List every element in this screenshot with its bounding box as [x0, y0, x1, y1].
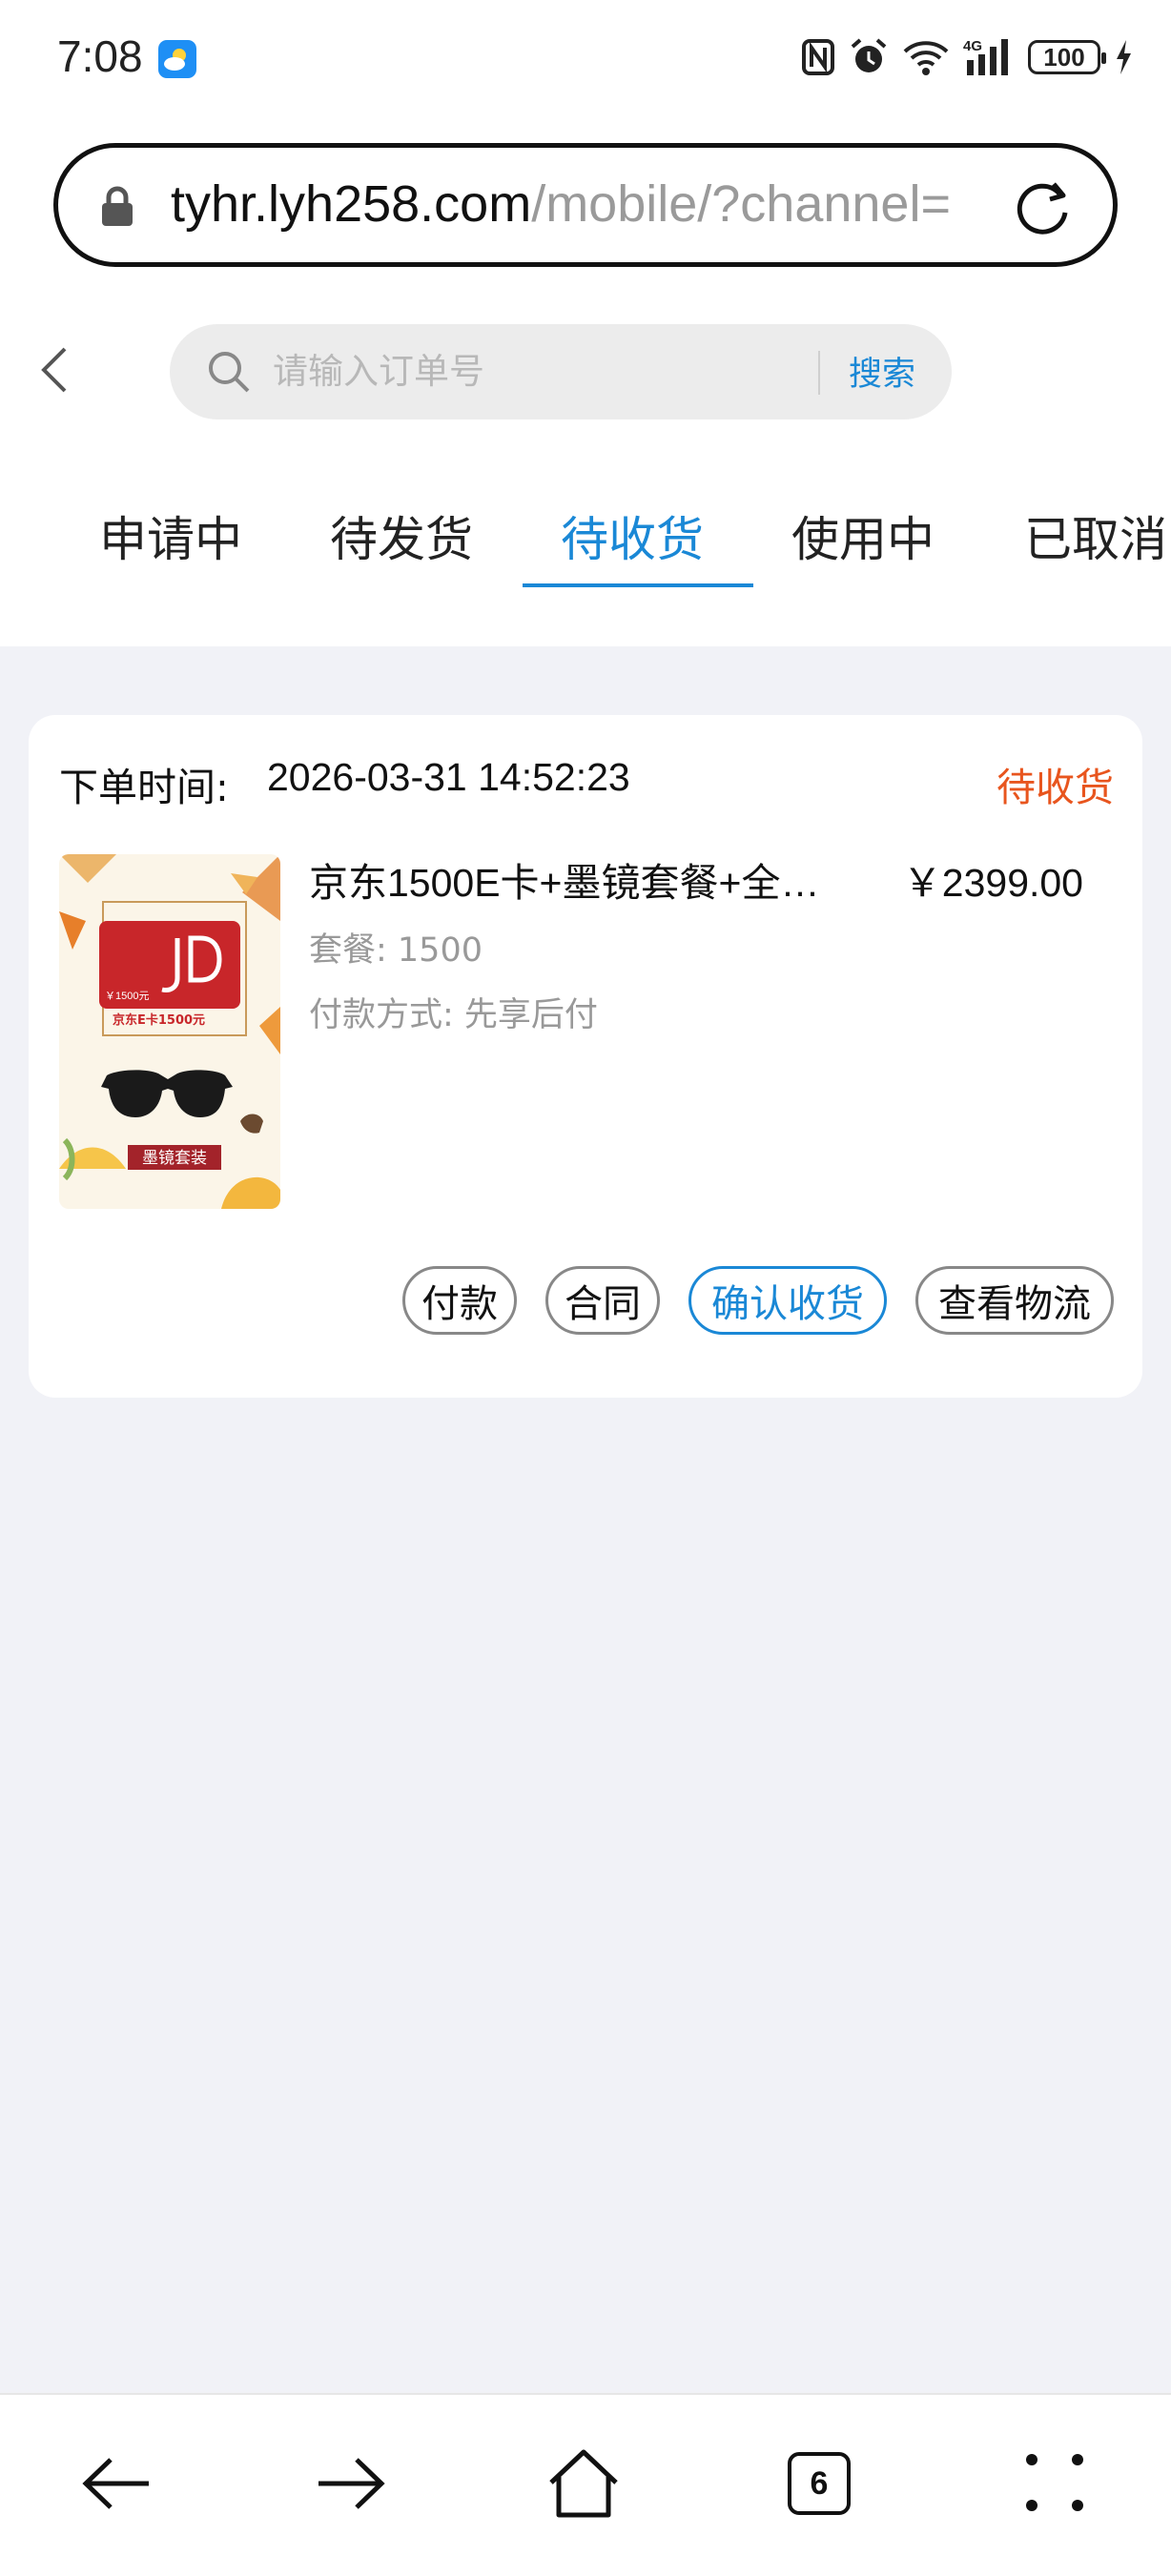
url-text[interactable]: tyhr.lyh258.com/mobile/?channel= — [171, 174, 1029, 234]
url-domain: tyhr.lyh258.com — [171, 175, 532, 233]
active-tab-indicator — [523, 583, 753, 587]
alarm-icon — [851, 38, 887, 72]
battery-indicator: 100 — [1028, 40, 1106, 74]
url-path: /mobile/?channel= — [531, 175, 951, 233]
confirm-receipt-button[interactable]: 确认收货 — [688, 1266, 887, 1335]
home-icon[interactable] — [547, 2448, 620, 2519]
back-icon[interactable] — [38, 345, 71, 395]
svg-text:4G: 4G — [963, 38, 982, 54]
url-bar[interactable]: tyhr.lyh258.com/mobile/?channel= — [53, 143, 1118, 267]
svg-text:京东E卡1500元: 京东E卡1500元 — [113, 1012, 205, 1028]
browser-bottom-nav: 6 — [0, 2393, 1171, 2576]
tabs-button[interactable]: 6 — [788, 2452, 851, 2515]
order-time-value: 2026-03-31 14:52:23 — [267, 755, 630, 799]
search-icon — [209, 352, 250, 393]
order-status-tabs: 申请中 待发货 待收货 使用中 已取消 — [0, 477, 1171, 591]
weather-app-icon — [158, 40, 196, 78]
contract-button[interactable]: 合同 — [545, 1266, 660, 1335]
status-bar: 7:08 4G 100 — [0, 0, 1171, 114]
product-image[interactable]: ￥1500元 京东E卡1500元 墨镜套装 — [59, 854, 280, 1209]
order-actions: 付款 合同 确认收货 查看物流 — [402, 1266, 1114, 1335]
tab-count: 6 — [788, 2452, 851, 2515]
nav-forward-icon[interactable] — [315, 2452, 387, 2515]
reload-icon[interactable] — [1012, 176, 1075, 239]
nfc-icon — [802, 39, 834, 75]
lock-icon — [102, 186, 133, 226]
status-time: 7:08 — [57, 31, 143, 81]
payment-method: 付款方式: 先享后付 — [309, 996, 598, 1034]
search-divider — [818, 351, 820, 395]
tab-cancelled[interactable]: 已取消 — [1024, 501, 1167, 570]
order-status: 待收货 — [996, 765, 1114, 810]
pay-button[interactable]: 付款 — [402, 1266, 517, 1335]
search-box: 搜索 — [170, 324, 959, 419]
charging-icon — [1117, 40, 1131, 74]
svg-text:￥1500元: ￥1500元 — [105, 991, 149, 1002]
view-logistics-button[interactable]: 查看物流 — [915, 1266, 1114, 1335]
product-title[interactable]: 京东1500E卡+墨镜套餐+全部配件赠送 — [309, 850, 853, 908]
tab-awaiting-shipment[interactable]: 待发货 — [330, 501, 473, 570]
svg-text:墨镜套装: 墨镜套装 — [142, 1149, 207, 1168]
order-time-label: 下单时间: — [59, 765, 229, 810]
wifi-icon — [903, 41, 949, 75]
tab-awaiting-receipt[interactable]: 待收货 — [561, 501, 704, 570]
status-icons: 4G 100 — [801, 32, 1133, 82]
more-menu-icon[interactable] — [1024, 2452, 1085, 2513]
product-spec: 套餐: 1500 — [309, 931, 483, 970]
nav-back-icon[interactable] — [80, 2452, 153, 2515]
order-card[interactable]: 下单时间: 2026-03-31 14:52:23 待收货 ￥1500元 京东E… — [29, 715, 1142, 1398]
search-button[interactable]: 搜索 — [849, 347, 915, 396]
tab-in-use[interactable]: 使用中 — [791, 501, 935, 570]
tab-applying[interactable]: 申请中 — [99, 501, 242, 570]
product-price: ￥2399.00 — [902, 861, 1083, 905]
signal-icon: 4G — [963, 38, 1008, 75]
